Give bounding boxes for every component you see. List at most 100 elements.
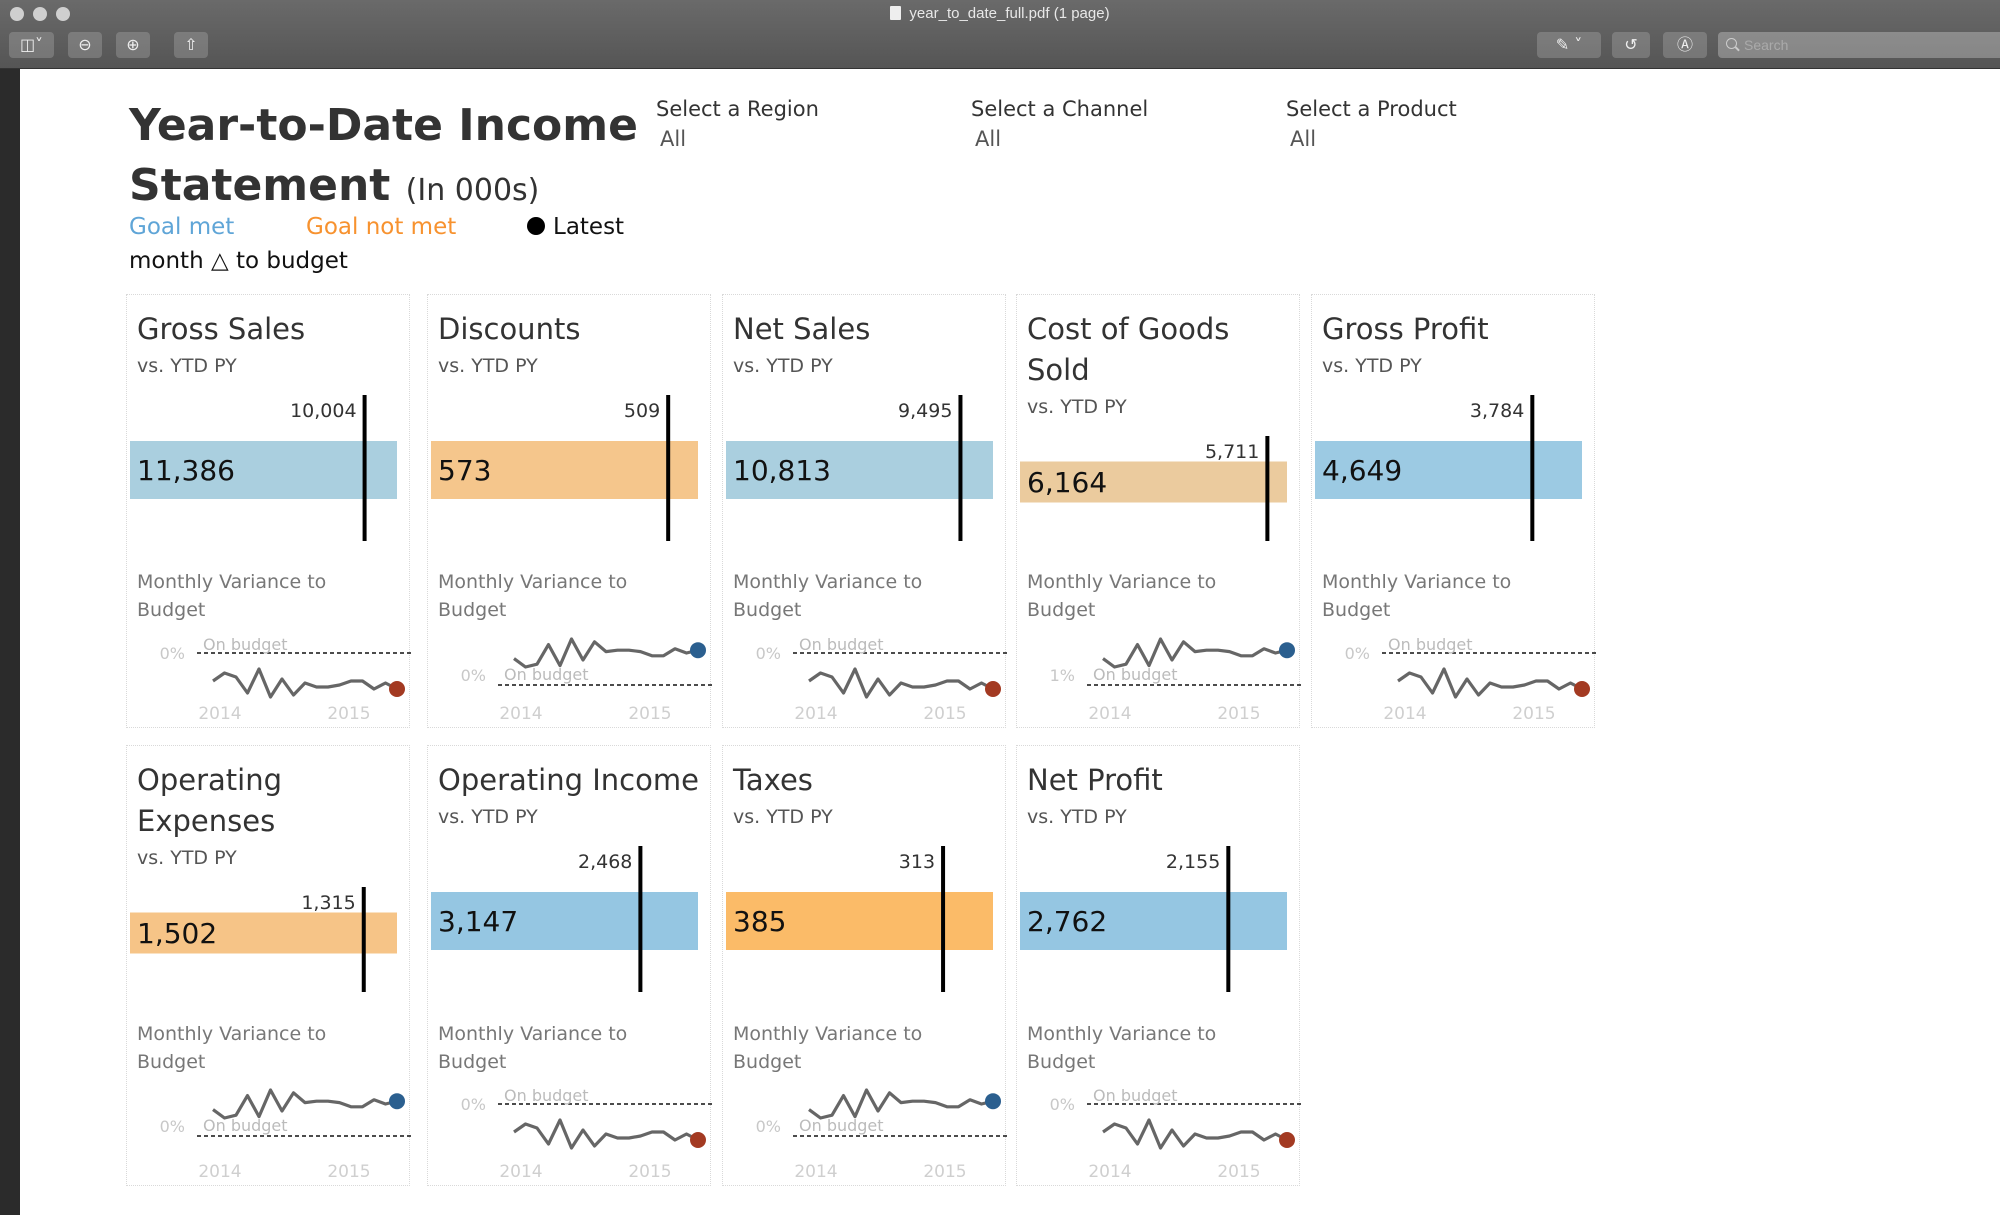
- latest-month-dot: [1279, 642, 1295, 659]
- rotate-button[interactable]: ↺: [1612, 32, 1650, 58]
- channel-filter-label: Select a Channel: [971, 97, 1149, 121]
- year-tick-label: 2014: [1383, 704, 1426, 724]
- search-icon: [1726, 38, 1737, 49]
- kpi-card-taxes[interactable]: Taxes vs. YTD PY 385 313 On budget 0% 2014 2015…: [722, 745, 1007, 1186]
- prior-year-marker: [361, 887, 366, 992]
- search-input[interactable]: Search: [1718, 32, 2000, 58]
- variance-axis-label: 0%: [1345, 644, 1370, 663]
- kpi-card-cost-of-goods-sold[interactable]: Cost of Goods Sold vs. YTD PY 6,164 5,711 On…: [1016, 294, 1301, 728]
- markup-button[interactable]: ✎ ˅: [1537, 32, 1601, 58]
- bullet-chart: 11,386 10,004 On budget 0% 2014 2015: [130, 395, 411, 724]
- prior-year-label: 2,155: [1166, 851, 1220, 873]
- kpi-card-gross-profit[interactable]: Gross Profit vs. YTD PY 4,649 3,784 On budge…: [1311, 294, 1596, 728]
- variance-sparkline: [513, 1118, 699, 1150]
- zoom-in-icon: ⊕: [126, 35, 140, 54]
- year-tick-label: 2014: [794, 1162, 837, 1182]
- year-tick-label: 2015: [1217, 1162, 1260, 1182]
- variance-axis-label: 0%: [160, 1117, 185, 1136]
- product-filter[interactable]: Select a Product All: [1286, 97, 1457, 151]
- channel-filter[interactable]: Select a Channel All: [971, 97, 1148, 151]
- variance-axis-label: 0%: [160, 644, 185, 663]
- current-value-label: 1,502: [137, 917, 217, 950]
- current-value-label: 3,147: [438, 905, 518, 938]
- year-tick-label: 2015: [327, 704, 370, 724]
- on-budget-label: On budget: [504, 665, 589, 684]
- year-tick-label: 2014: [499, 1162, 542, 1182]
- kpi-card-discounts[interactable]: Discounts vs. YTD PY 573 509 On budget 0% 2014…: [427, 294, 712, 728]
- on-budget-label: On budget: [203, 1116, 288, 1135]
- variance-sparkline: [1397, 667, 1583, 699]
- variance-axis-label: 0%: [1050, 1095, 1075, 1114]
- highlighter-icon: ✎ ˅: [1555, 35, 1583, 54]
- pdf-document-icon: [890, 6, 902, 20]
- current-value-label: 385: [733, 905, 786, 938]
- on-budget-label: On budget: [1093, 1086, 1178, 1105]
- variance-sparkline: [513, 637, 699, 669]
- latest-month-dot: [985, 1093, 1001, 1110]
- year-tick-label: 2014: [198, 704, 241, 724]
- variance-title: Monthly Variance to Budget: [733, 571, 923, 621]
- prior-year-label: 313: [899, 851, 935, 873]
- current-value-label: 6,164: [1027, 466, 1107, 499]
- kpi-card-operating-expenses[interactable]: Operating Expenses vs. YTD PY 1,502 1,315 On…: [126, 745, 411, 1186]
- variance-title: Monthly Variance to Budget: [438, 571, 628, 621]
- latest-month-dot: [389, 1093, 405, 1110]
- variance-title: Monthly Variance to Budget: [137, 1023, 327, 1073]
- year-tick-label: 2015: [1217, 704, 1260, 724]
- product-filter-label: Select a Product: [1286, 97, 1457, 121]
- channel-filter-value[interactable]: All: [975, 127, 1148, 151]
- prior-year-label: 10,004: [290, 400, 356, 422]
- legend-note: month △ to budget: [129, 248, 348, 274]
- prior-year-marker: [1226, 846, 1231, 992]
- bullet-chart: 385 313 On budget 0% 2014 2015: [726, 846, 1007, 1182]
- year-tick-label: 2014: [198, 1162, 241, 1182]
- legend-goal-met: Goal met: [129, 214, 235, 240]
- on-budget-label: On budget: [799, 1116, 884, 1135]
- on-budget-label: On budget: [1093, 665, 1178, 684]
- prior-year-marker: [1530, 395, 1535, 541]
- rotate-icon: ↺: [1624, 35, 1638, 54]
- bullet-chart: 3,147 2,468 On budget 0% 2014 2015: [431, 846, 712, 1182]
- bullet-chart: 1,502 1,315 On budget 0% 2014 2015: [130, 887, 411, 1182]
- sidebar-toggle-button[interactable]: ◫˅: [9, 32, 54, 58]
- kpi-card-net-sales[interactable]: Net Sales vs. YTD PY 10,813 9,495 On budget 0…: [722, 294, 1007, 728]
- prior-year-marker: [941, 846, 946, 992]
- product-filter-value[interactable]: All: [1290, 127, 1457, 151]
- latest-month-dot: [985, 681, 1001, 697]
- zoom-out-icon: ⊖: [78, 35, 92, 54]
- variance-title: Monthly Variance to Budget: [1027, 571, 1217, 621]
- year-tick-label: 2015: [923, 704, 966, 724]
- variance-sparkline: [1102, 637, 1288, 669]
- bullet-chart: 10,813 9,495 On budget 0% 2014 2015: [726, 395, 1007, 724]
- share-button[interactable]: ⇧: [174, 32, 208, 58]
- share-icon: ⇧: [184, 35, 198, 54]
- prior-year-marker: [958, 395, 963, 541]
- variance-axis-label: 0%: [461, 1095, 486, 1114]
- year-tick-label: 2015: [327, 1162, 370, 1182]
- latest-month-dot: [1574, 681, 1590, 697]
- prior-year-label: 509: [624, 400, 660, 422]
- zoom-out-button[interactable]: ⊖: [68, 32, 102, 58]
- region-filter[interactable]: Select a Region All: [656, 97, 819, 151]
- latest-month-dot: [690, 642, 706, 659]
- dashboard-title: Year-to-Date Income Statement (In 000s): [129, 100, 638, 211]
- prior-year-label: 5,711: [1205, 441, 1259, 463]
- zoom-in-button[interactable]: ⊕: [116, 32, 150, 58]
- annotate-button[interactable]: Ⓐ: [1663, 32, 1707, 58]
- year-tick-label: 2015: [1512, 704, 1555, 724]
- variance-axis-label: 0%: [756, 644, 781, 663]
- bullet-chart: 4,649 3,784 On budget 0% 2014 2015: [1315, 395, 1596, 724]
- pen-circle-icon: Ⓐ: [1676, 35, 1693, 54]
- variance-sparkline: [212, 1088, 398, 1120]
- kpi-card-gross-sales[interactable]: Gross Sales vs. YTD PY 11,386 10,004 On budg…: [126, 294, 411, 728]
- year-tick-label: 2014: [1088, 1162, 1131, 1182]
- prior-year-label: 9,495: [898, 400, 952, 422]
- variance-sparkline: [212, 667, 398, 699]
- bullet-chart: 6,164 5,711 On budget 1% 2014 2015: [1020, 436, 1301, 724]
- kpi-card-operating-income[interactable]: Operating Income vs. YTD PY 3,147 2,468 On b…: [427, 745, 712, 1186]
- region-filter-value[interactable]: All: [660, 127, 819, 151]
- kpi-card-net-profit[interactable]: Net Profit vs. YTD PY 2,762 2,155 On budget 0…: [1016, 745, 1301, 1186]
- current-value-label: 11,386: [137, 454, 235, 487]
- prior-year-marker: [362, 395, 367, 541]
- prior-year-marker: [638, 846, 643, 992]
